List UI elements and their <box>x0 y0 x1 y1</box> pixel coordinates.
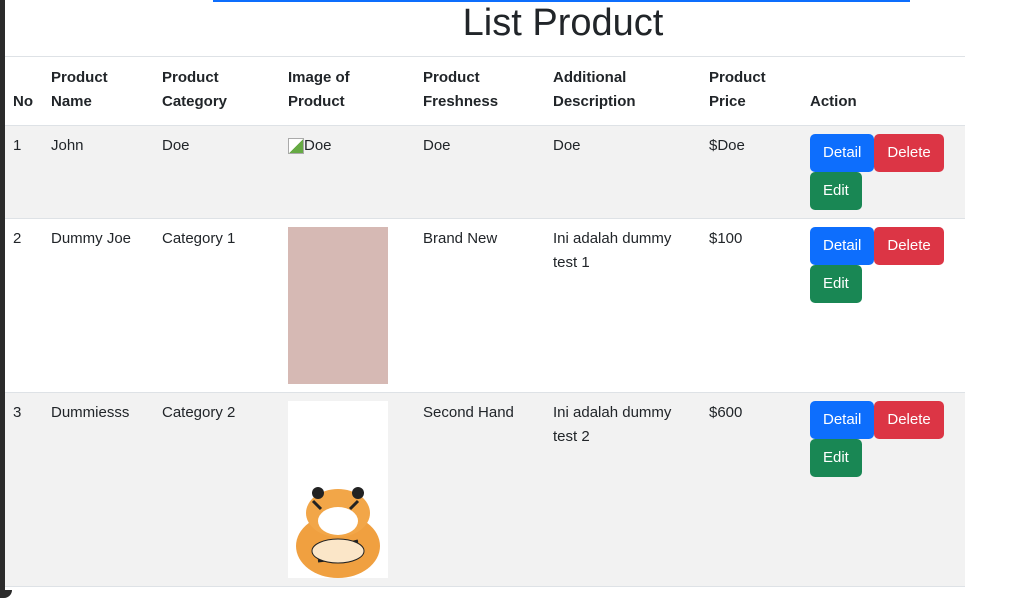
cell-price: $600 <box>701 392 802 587</box>
cell-price: $100 <box>701 218 802 393</box>
image-alt-text: Doe <box>304 137 332 154</box>
cell-description: Doe <box>545 125 701 219</box>
edit-button[interactable]: Edit <box>810 172 862 210</box>
detail-button[interactable]: Detail <box>810 134 875 172</box>
header-action: Action <box>802 56 965 126</box>
delete-button[interactable]: Delete <box>874 227 944 265</box>
delete-button[interactable]: Delete <box>874 134 944 172</box>
header-description: Additional Description <box>545 56 701 126</box>
cell-image: Doe <box>280 125 415 219</box>
detail-button[interactable]: Detail <box>810 401 875 439</box>
delete-button[interactable]: Delete <box>874 401 944 439</box>
cell-action: Detail Delete Edit <box>802 392 965 587</box>
table-row: 3 Dummiesss Category 2 Second Hand Ini a… <box>5 392 965 587</box>
header-price: Product Price <box>701 56 802 126</box>
cell-action: Detail Delete Edit <box>802 125 965 219</box>
cell-action: Detail Delete Edit <box>802 218 965 393</box>
cell-no: 2 <box>5 218 43 393</box>
tiger-image <box>288 401 388 578</box>
cell-category: Category 1 <box>154 218 280 393</box>
cell-image <box>280 218 415 393</box>
page-title: List Product <box>462 2 664 44</box>
cell-name: John <box>43 125 154 219</box>
header-product-name: Product Name <box>43 56 154 126</box>
header-product-category: Product Category <box>154 56 280 126</box>
cell-freshness: Brand New <box>415 218 545 393</box>
cell-price: $Doe <box>701 125 802 219</box>
broken-image-icon: Doe <box>288 134 332 158</box>
cell-no: 1 <box>5 125 43 219</box>
product-image <box>288 227 388 384</box>
cell-name: Dummiesss <box>43 392 154 587</box>
table-row: 1 John Doe Doe Doe Doe $Doe Detail Delete… <box>5 125 965 219</box>
header-image: Image of Product <box>280 56 415 126</box>
cell-category: Category 2 <box>154 392 280 587</box>
edit-button[interactable]: Edit <box>810 439 862 477</box>
edit-button[interactable]: Edit <box>810 265 862 303</box>
table-row: 2 Dummy Joe Category 1 Brand New Ini ada… <box>5 218 965 393</box>
cell-no: 3 <box>5 392 43 587</box>
product-table: No Product Name Product Category Image o… <box>5 56 965 587</box>
cell-category: Doe <box>154 125 280 219</box>
cell-description: Ini adalah dummy test 2 <box>545 392 701 587</box>
table-header-row: No Product Name Product Category Image o… <box>5 56 965 126</box>
cell-freshness: Second Hand <box>415 392 545 587</box>
cell-name: Dummy Joe <box>43 218 154 393</box>
header-no: No <box>5 56 43 126</box>
cell-description: Ini adalah dummy test 1 <box>545 218 701 393</box>
cell-image <box>280 392 415 587</box>
detail-button[interactable]: Detail <box>810 227 875 265</box>
cell-freshness: Doe <box>415 125 545 219</box>
window-bottom-edge <box>0 590 1018 598</box>
header-freshness: Product Freshness <box>415 56 545 126</box>
